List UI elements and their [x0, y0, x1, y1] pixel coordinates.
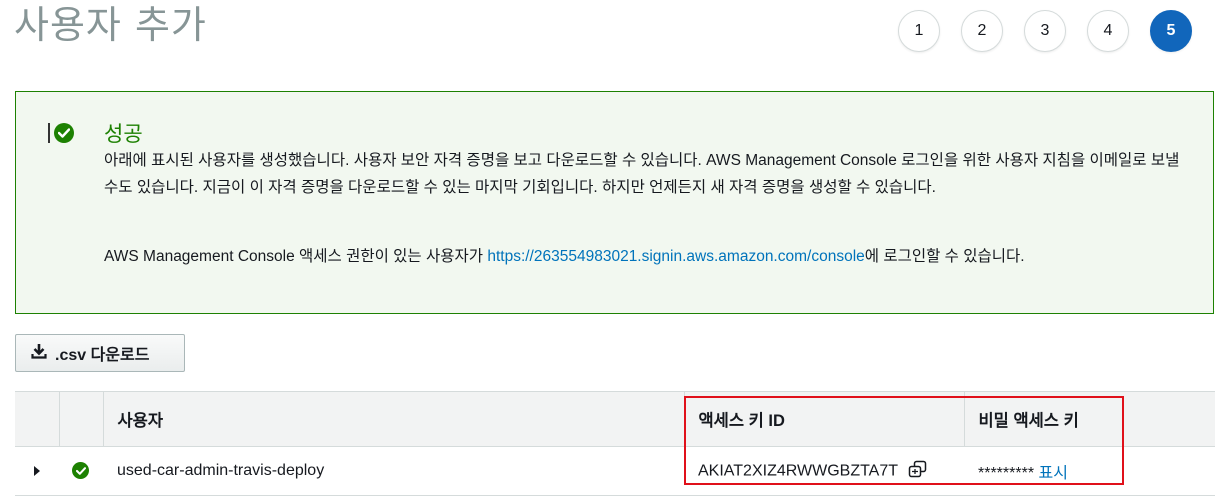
expand-column-header: [15, 391, 59, 447]
success-title: 성공: [104, 122, 143, 146]
show-secret-link[interactable]: 표시: [1039, 465, 1068, 482]
wizard-step-1[interactable]: 1: [898, 10, 940, 52]
wizard-step-4[interactable]: 4: [1087, 10, 1129, 52]
row-status-cell: [59, 446, 103, 496]
table-row: used-car-admin-travis-deploy AKIAT2XIZ4R…: [15, 446, 1215, 496]
created-users-table: 사용자 액세스 키 ID 비밀 액세스 키 used-car-admin-tra…: [15, 391, 1215, 496]
wizard-step-3[interactable]: 3: [1024, 10, 1066, 52]
expand-row-cell: [15, 446, 59, 496]
wizard-steps: 1 2 3 4 5: [898, 10, 1192, 52]
page-title: 사용자 추가: [14, 3, 207, 47]
user-name-cell: used-car-admin-travis-deploy: [103, 446, 684, 496]
table-header-row: 사용자 액세스 키 ID 비밀 액세스 키: [15, 391, 1215, 447]
console-signin-link[interactable]: https://263554983021.signin.aws.amazon.c…: [487, 248, 864, 265]
download-csv-label: .csv 다운로드: [55, 347, 150, 364]
console-prefix-text: AWS Management Console 액세스 권한이 있는 사용자가: [104, 248, 488, 265]
secret-key-column-header[interactable]: 비밀 액세스 키: [963, 391, 1215, 447]
access-key-id-cell: AKIAT2XIZ4RWWGBZTA7T: [684, 446, 964, 496]
console-suffix-text: 에 로그인할 수 있습니다.: [864, 248, 1025, 265]
copy-icon[interactable]: [908, 460, 928, 483]
wizard-step-5-active[interactable]: 5: [1150, 10, 1192, 52]
check-circle-icon: [54, 123, 74, 143]
access-key-id-column-header[interactable]: 액세스 키 ID: [683, 391, 964, 447]
user-column-header[interactable]: 사용자: [102, 391, 684, 447]
download-csv-button[interactable]: .csv 다운로드: [15, 334, 185, 372]
status-column-header: [58, 391, 103, 447]
console-access-line: AWS Management Console 액세스 권한이 있는 사용자가 h…: [104, 244, 1025, 266]
download-icon: [31, 343, 47, 364]
secret-key-cell: ********* 표시: [964, 446, 1215, 496]
check-circle-icon: [72, 462, 89, 480]
secret-key-masked: *********: [978, 465, 1035, 482]
wizard-step-2[interactable]: 2: [961, 10, 1003, 52]
success-message: 아래에 표시된 사용자를 생성했습니다. 사용자 보안 자격 증명을 보고 다운…: [104, 152, 1180, 196]
expand-caret-icon[interactable]: [33, 465, 40, 476]
access-key-id-value: AKIAT2XIZ4RWWGBZTA7T: [698, 462, 899, 480]
alert-accent-bar: [48, 123, 50, 143]
success-alert: 성공 아래에 표시된 사용자를 생성했습니다. 사용자 보안 자격 증명을 보고…: [15, 91, 1214, 314]
